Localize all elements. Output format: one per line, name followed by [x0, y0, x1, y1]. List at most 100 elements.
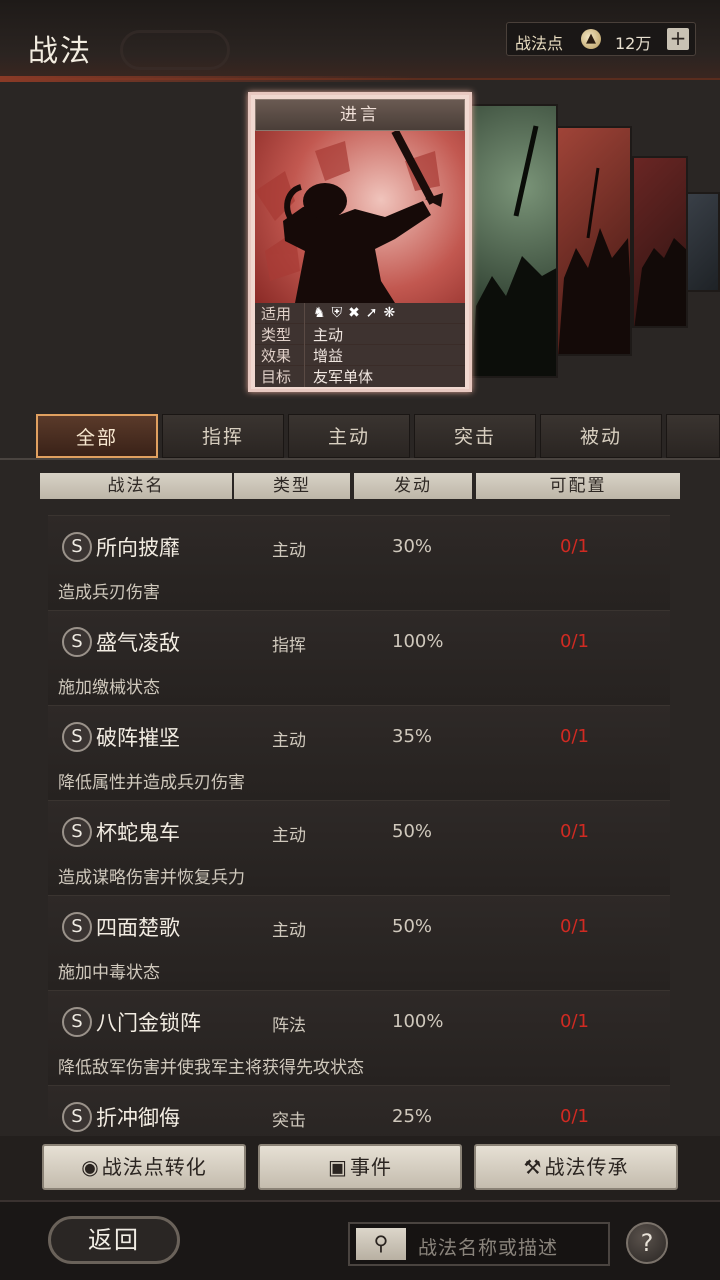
info-row-effect: 效果 增益 [255, 344, 465, 366]
info-value: 主动 [313, 325, 344, 344]
grade-badge: S [62, 912, 92, 942]
tactic-rate: 50% [392, 916, 433, 937]
search-input[interactable]: ⚲ 战法名称或描述 [348, 1222, 610, 1266]
help-button[interactable]: ? [626, 1222, 668, 1264]
tab-assault[interactable]: 突击 [414, 414, 536, 458]
flame-icon: ▲ [581, 29, 601, 49]
column-header-name[interactable]: 战法名 [40, 473, 232, 499]
tactic-type: 主动 [272, 921, 306, 941]
grade-badge: S [62, 532, 92, 562]
bow-icon: ✖ [348, 305, 360, 321]
tactic-type: 突击 [272, 1111, 306, 1131]
tab-passive[interactable]: 被动 [540, 414, 662, 458]
column-header-config[interactable]: 可配置 [476, 473, 680, 499]
tactic-config: 0/1 [560, 1106, 589, 1127]
info-row-target: 目标 友军单体 [255, 366, 465, 387]
grade-badge: S [62, 817, 92, 847]
spear-icon: ➚ [365, 305, 378, 321]
filter-tabs: 全部 指挥 主动 突击 被动 [36, 414, 720, 460]
alert-card-icon: ▣ [328, 1155, 348, 1179]
list-item[interactable]: S 杯蛇鬼车 主动 50% 0/1 造成谋略伤害并恢复兵力 [48, 800, 670, 895]
warrior-silhouette [255, 131, 443, 303]
wheel-icon: ❋ [383, 305, 396, 321]
tactic-name: 盛气凌敌 [96, 631, 180, 655]
tactic-desc: 施加中毒状态 [58, 963, 160, 983]
column-header-rate[interactable]: 发动 [354, 473, 472, 499]
tactic-config: 0/1 [560, 631, 589, 652]
page-title: 战法 [28, 34, 92, 69]
info-key: 适用 [255, 302, 305, 324]
cavalry-icon: ♞ [313, 305, 326, 321]
tactic-type: 主动 [272, 826, 306, 846]
card-title-bar: 进言 [255, 99, 465, 131]
list-item[interactable]: S 四面楚歌 主动 50% 0/1 施加中毒状态 [48, 895, 670, 990]
inherit-tactic-label: 战法传承 [544, 1155, 629, 1179]
info-value: 友军单体 [313, 368, 374, 386]
tactic-desc: 降低敌军伤害并使我军主将获得先攻状态 [58, 1058, 364, 1078]
convert-points-label: 战法点转化 [101, 1155, 207, 1179]
tactic-config: 0/1 [560, 916, 589, 937]
list-item[interactable]: S 八门金锁阵 阵法 100% 0/1 降低敌军伤害并使我军主将获得先攻状态 [48, 990, 670, 1085]
info-key: 目标 [255, 366, 305, 387]
list-item[interactable]: S 盛气凌敌 指挥 100% 0/1 施加缴械状态 [48, 610, 670, 705]
card-artwork [255, 131, 465, 303]
info-key: 效果 [255, 344, 305, 366]
convert-points-button[interactable]: ◉ 战法点转化 [42, 1144, 246, 1190]
tactic-config: 0/1 [560, 1011, 589, 1032]
tactic-rate: 35% [392, 726, 433, 747]
list-item[interactable]: S 折冲御侮 突击 25% 0/1 [48, 1085, 670, 1135]
list-item[interactable]: S 破阵摧坚 主动 35% 0/1 降低属性并造成兵刃伤害 [48, 705, 670, 800]
tab-command[interactable]: 指挥 [162, 414, 284, 458]
tab-divider [0, 458, 720, 460]
info-row-applicable: 适用 ♞ ⛨ ✖ ➚ ❋ [255, 302, 465, 324]
tactic-desc: 施加缴械状态 [58, 678, 160, 698]
card-info-table: 适用 ♞ ⛨ ✖ ➚ ❋ 类型 主动 效果 增益 目标 友军单体 [255, 302, 465, 387]
card-4-art [634, 238, 686, 326]
tactic-list[interactable]: S 所向披靡 主动 30% 0/1 造成兵刃伤害 S 盛气凌敌 指挥 100% … [48, 515, 670, 1135]
carousel-card-3[interactable] [556, 126, 632, 356]
tactic-desc: 造成兵刃伤害 [58, 583, 160, 603]
tactic-name: 四面楚歌 [96, 916, 180, 940]
tactic-name: 杯蛇鬼车 [96, 821, 180, 845]
points-label: 战法点 [515, 34, 564, 53]
grade-badge: S [62, 722, 92, 752]
tab-more[interactable] [666, 414, 720, 458]
search-icon[interactable]: ⚲ [356, 1228, 406, 1260]
card-title: 进言 [340, 105, 380, 125]
hammer-icon: ⚒ [523, 1155, 543, 1179]
tactic-config: 0/1 [560, 536, 589, 557]
tactic-config: 0/1 [560, 726, 589, 747]
back-button[interactable]: 返回 [48, 1216, 180, 1264]
tactic-rate: 50% [392, 821, 433, 842]
tactic-rate: 100% [392, 631, 444, 652]
events-button[interactable]: ▣ 事件 [258, 1144, 462, 1190]
tactic-type: 主动 [272, 731, 306, 751]
tactic-name: 破阵摧坚 [96, 726, 180, 750]
tactic-config: 0/1 [560, 821, 589, 842]
tactic-type: 主动 [272, 541, 306, 561]
grade-badge: S [62, 1007, 92, 1037]
tactic-rate: 100% [392, 1011, 444, 1032]
tab-all[interactable]: 全部 [36, 414, 158, 458]
tab-active[interactable]: 主动 [288, 414, 410, 458]
info-row-type: 类型 主动 [255, 323, 465, 345]
tactic-desc: 造成谋略伤害并恢复兵力 [58, 868, 245, 888]
carousel-card-5[interactable] [684, 192, 720, 292]
tactic-type: 阵法 [272, 1016, 306, 1036]
points-value: 12万 [615, 34, 652, 53]
grade-badge: S [62, 1102, 92, 1132]
add-points-button[interactable]: + [667, 28, 689, 50]
card-3-art [558, 167, 630, 354]
column-header-type[interactable]: 类型 [234, 473, 350, 499]
carousel-card-4[interactable] [632, 156, 688, 328]
tactic-type: 指挥 [272, 636, 306, 656]
header-ornament [120, 30, 230, 70]
shield-icon: ⛨ [331, 305, 343, 321]
tactic-name: 所向披靡 [96, 536, 180, 560]
selected-tactic-card[interactable]: 进言 适用 ♞ ⛨ ✖ ➚ ❋ 类型 主动 效果 增益 目标 友军单体 [248, 92, 472, 392]
carousel-card-2[interactable] [470, 104, 558, 378]
inherit-tactic-button[interactable]: ⚒ 战法传承 [474, 1144, 678, 1190]
tactic-desc: 降低属性并造成兵刃伤害 [58, 773, 245, 793]
list-item[interactable]: S 所向披靡 主动 30% 0/1 造成兵刃伤害 [48, 515, 670, 610]
card-2-art [472, 125, 556, 376]
